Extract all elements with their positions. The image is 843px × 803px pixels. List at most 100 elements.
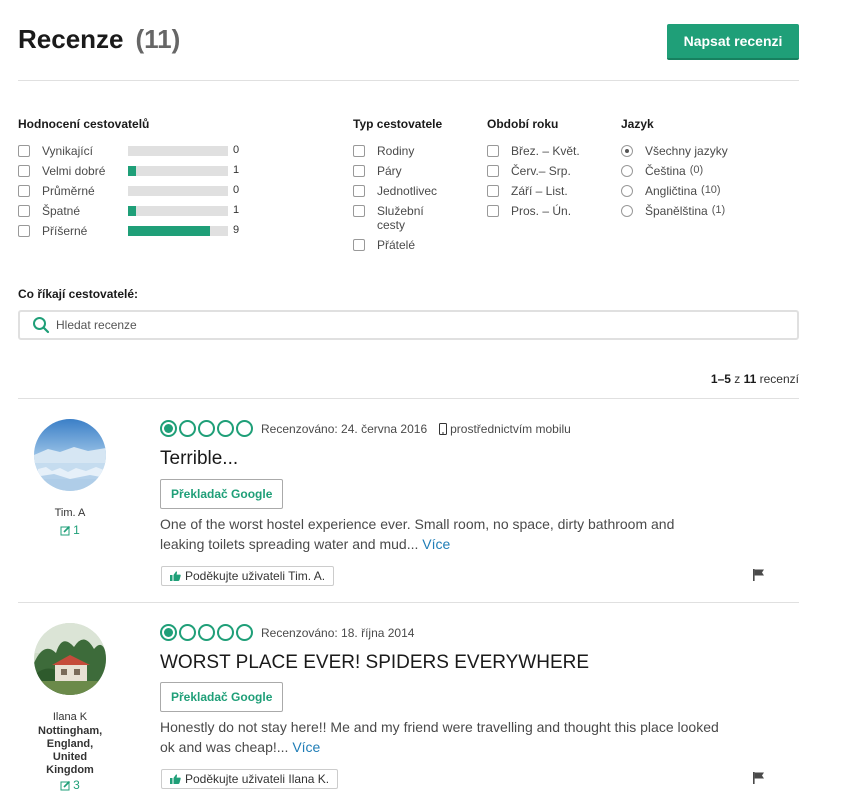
contribution-count: 1 xyxy=(73,523,80,537)
reviewer-contributions[interactable]: 3 xyxy=(20,778,120,792)
rating-bubble xyxy=(179,624,196,641)
checkbox[interactable] xyxy=(353,165,365,177)
option-label: Červ.– Srp. xyxy=(511,164,571,178)
rating-count: 9 xyxy=(233,224,240,236)
checkbox[interactable] xyxy=(353,239,365,251)
thumbs-up-icon xyxy=(170,774,181,784)
review-date: Recenzováno: 24. června 2016 xyxy=(261,421,428,436)
rating-option-terrible[interactable]: Příšerné 9 xyxy=(18,224,239,244)
review-meta: Recenzováno: 24. června 2016 prostřednic… xyxy=(160,420,571,437)
checkbox[interactable] xyxy=(18,165,30,177)
traveler-option-friends[interactable]: Přátelé xyxy=(353,238,442,258)
avatar[interactable] xyxy=(34,623,106,695)
rating-bar xyxy=(128,186,228,196)
radio-button[interactable] xyxy=(621,205,633,217)
option-label: Září – List. xyxy=(511,184,568,198)
rating-bubble xyxy=(198,624,215,641)
option-label: Jednotlivec xyxy=(377,184,438,198)
flag-icon[interactable] xyxy=(752,568,766,582)
language-option-english[interactable]: Angličtina (10) xyxy=(621,184,732,204)
traveler-type-title: Typ cestovatele xyxy=(353,117,443,131)
language-option-czech[interactable]: Čeština (0) xyxy=(621,164,732,184)
reviewer-name[interactable]: Ilana K xyxy=(20,711,120,723)
rating-bubble xyxy=(160,624,177,641)
radio-button[interactable] xyxy=(621,185,633,197)
thank-reviewer-button[interactable]: Poděkujte uživateli Ilana K. xyxy=(161,769,339,789)
radio-button[interactable] xyxy=(621,165,633,177)
traveler-option-business[interactable]: Služební cesty xyxy=(353,204,442,238)
mobile-icon xyxy=(439,422,448,435)
pager-suffix: recenzí xyxy=(759,372,799,386)
rating-label: Průměrné xyxy=(42,184,95,198)
checkbox[interactable] xyxy=(18,225,30,237)
checkbox[interactable] xyxy=(487,165,499,177)
checkbox[interactable] xyxy=(353,205,365,217)
traveler-option-families[interactable]: Rodiny xyxy=(353,144,442,164)
checkbox[interactable] xyxy=(353,145,365,157)
rating-bar-fill xyxy=(128,166,136,176)
rating-label: Velmi dobré xyxy=(42,164,106,178)
checkbox[interactable] xyxy=(18,205,30,217)
rating-bar xyxy=(128,206,228,216)
rating-option-very-good[interactable]: Velmi dobré 1 xyxy=(18,164,239,184)
option-label: Pros. – Ún. xyxy=(511,204,572,218)
write-review-button[interactable]: Napsat recenzi xyxy=(667,24,799,60)
rating-count: 1 xyxy=(233,164,240,176)
avatar[interactable] xyxy=(34,419,106,491)
mobile-badge: prostřednictvím mobilu xyxy=(439,422,571,436)
checkbox[interactable] xyxy=(18,185,30,197)
rating-option-excellent[interactable]: Vynikající 0 xyxy=(18,144,239,164)
review-body: One of the worst hostel experience ever.… xyxy=(160,516,675,552)
option-label: Všechny jazyky xyxy=(645,144,728,158)
season-option-spring[interactable]: Břez. – Květ. xyxy=(487,144,580,164)
rating-bubble xyxy=(236,624,253,641)
rating-count: 0 xyxy=(233,184,240,196)
season-option-winter[interactable]: Pros. – Ún. xyxy=(487,204,580,224)
traveler-type-filter: Typ cestovatele Rodiny Páry Jednotlivec … xyxy=(353,117,442,258)
rating-bubble xyxy=(160,420,177,437)
google-translate-button[interactable]: Překladač Google xyxy=(160,479,284,509)
traveler-option-couples[interactable]: Páry xyxy=(353,164,442,184)
option-label: Španělština xyxy=(645,204,708,218)
radio-button[interactable] xyxy=(621,145,633,157)
rating-bar-fill xyxy=(128,206,136,216)
season-option-autumn[interactable]: Září – List. xyxy=(487,184,580,204)
rating-option-average[interactable]: Průměrné 0 xyxy=(18,184,239,204)
season-option-summer[interactable]: Červ.– Srp. xyxy=(487,164,580,184)
rating-option-poor[interactable]: Špatné 1 xyxy=(18,204,239,224)
reviewer-name[interactable]: Tim. A xyxy=(20,507,120,519)
bubble-rating xyxy=(160,624,253,641)
rating-label: Špatné xyxy=(42,204,81,218)
thank-label: Poděkujte uživateli Ilana K. xyxy=(185,772,330,786)
thank-reviewer-button[interactable]: Poděkujte uživateli Tim. A. xyxy=(161,566,335,586)
google-translate-button[interactable]: Překladač Google xyxy=(160,682,284,712)
traveler-option-solo[interactable]: Jednotlivec xyxy=(353,184,442,204)
checkbox[interactable] xyxy=(487,145,499,157)
review-title[interactable]: Terrible... xyxy=(160,448,238,470)
page-title: Recenze (11) xyxy=(18,24,180,55)
more-link[interactable]: Více xyxy=(422,536,450,552)
pager-of: z xyxy=(734,372,741,386)
rating-bubble xyxy=(236,420,253,437)
reviewer-contributions[interactable]: 1 xyxy=(20,523,120,537)
flag-icon[interactable] xyxy=(752,771,766,785)
avatar-image xyxy=(34,623,106,695)
pencil-icon xyxy=(60,525,71,535)
rating-filter-title: Hodnocení cestovatelů xyxy=(18,117,150,131)
rating-bubble xyxy=(217,624,234,641)
review-title[interactable]: WORST PLACE EVER! SPIDERS EVERYWHERE xyxy=(160,652,589,674)
checkbox[interactable] xyxy=(18,145,30,157)
language-filter: Jazyk Všechny jazyky Čeština (0) Angličti… xyxy=(621,117,732,224)
rating-bubble xyxy=(179,420,196,437)
language-option-all[interactable]: Všechny jazyky xyxy=(621,144,732,164)
page-title-text: Recenze xyxy=(18,24,124,54)
review-count: (11) xyxy=(135,24,181,54)
option-count: (10) xyxy=(701,184,721,196)
search-input[interactable] xyxy=(56,318,756,332)
season-filter: Období roku Břez. – Květ. Červ.– Srp. Zá… xyxy=(487,117,580,224)
checkbox[interactable] xyxy=(353,185,365,197)
language-option-spanish[interactable]: Španělština (1) xyxy=(621,204,732,224)
checkbox[interactable] xyxy=(487,185,499,197)
checkbox[interactable] xyxy=(487,205,499,217)
more-link[interactable]: Více xyxy=(292,739,320,755)
